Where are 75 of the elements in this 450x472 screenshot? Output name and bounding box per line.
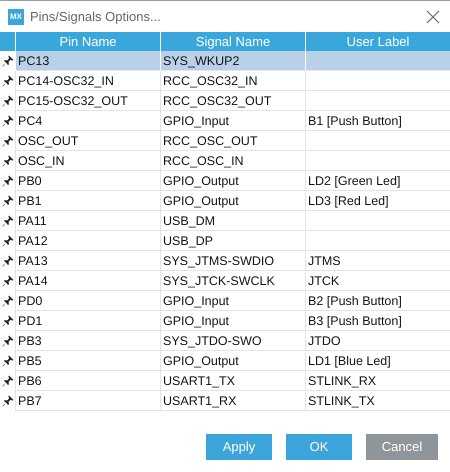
dialog-button[interactable]: Cancel — [366, 434, 438, 460]
table-cell: JTDO — [305, 331, 450, 351]
table-cell: LD1 [Blue Led] — [305, 351, 450, 371]
column-header — [0, 32, 15, 51]
table-cell: USART1_TX — [160, 371, 305, 391]
column-header[interactable]: Signal Name — [160, 32, 305, 51]
table-cell: GPIO_Output — [160, 171, 305, 191]
table-cell: PB3 — [15, 331, 160, 351]
table-cell: GPIO_Output — [160, 191, 305, 211]
table-cell: RCC_OSC32_IN — [160, 71, 305, 91]
table-cell: GPIO_Input — [160, 311, 305, 331]
table-cell: PD0 — [15, 291, 160, 311]
table-cell: JTCK — [305, 271, 450, 291]
table-cell: B3 [Push Button] — [305, 311, 450, 331]
table-cell: SYS_WKUP2 — [160, 51, 305, 71]
table-cell: PC13 — [15, 51, 160, 71]
pin-icon — [2, 375, 14, 387]
pin-icon — [2, 355, 14, 367]
pin-icon — [2, 255, 14, 267]
pin-icon — [2, 235, 14, 247]
table-cell: PB1 — [15, 191, 160, 211]
pin-icon — [2, 215, 14, 227]
pin-icon — [2, 275, 14, 287]
table-cell: RCC_OSC32_OUT — [160, 91, 305, 111]
table-cell: B2 [Push Button] — [305, 291, 450, 311]
pin-icon — [2, 395, 14, 407]
window-title: Pins/Signals Options... — [30, 8, 161, 26]
pin-icon — [2, 95, 14, 107]
pin-icon — [2, 115, 14, 127]
table-cell: USB_DM — [160, 211, 305, 231]
table-cell: JTMS — [305, 251, 450, 271]
table-cell: PA12 — [15, 231, 160, 251]
close-button[interactable] — [424, 8, 442, 26]
pin-icon — [2, 55, 14, 67]
table-cell: PB0 — [15, 171, 160, 191]
table-cell: SYS_JTCK-SWCLK — [160, 271, 305, 291]
pin-icon — [2, 175, 14, 187]
column-header[interactable]: User Label — [305, 32, 450, 51]
table-cell: STLINK_TX — [305, 391, 450, 411]
app-logo: MX — [8, 8, 24, 24]
table-cell: PB6 — [15, 371, 160, 391]
table-cell: LD3 [Red Led] — [305, 191, 450, 211]
table-cell: PA13 — [15, 251, 160, 271]
table-cell: SYS_JTDO-SWO — [160, 331, 305, 351]
pin-icon — [2, 295, 14, 307]
table-cell: USART1_RX — [160, 391, 305, 411]
table-cell: GPIO_Output — [160, 351, 305, 371]
table-cell: PD1 — [15, 311, 160, 331]
table-cell: PA14 — [15, 271, 160, 291]
column-header[interactable]: Pin Name — [15, 32, 160, 51]
table-cell: SYS_JTMS-SWDIO — [160, 251, 305, 271]
pin-icon — [2, 135, 14, 147]
pin-icon — [2, 335, 14, 347]
table-cell: GPIO_Input — [160, 291, 305, 311]
table-cell: PA11 — [15, 211, 160, 231]
table-cell: GPIO_Input — [160, 111, 305, 131]
dialog-button[interactable]: Apply — [206, 434, 272, 460]
table-cell: PC4 — [15, 111, 160, 131]
table-cell: OSC_OUT — [15, 131, 160, 151]
pin-icon — [2, 155, 14, 167]
table-cell: B1 [Push Button] — [305, 111, 450, 131]
table-cell: PC14-OSC32_IN — [15, 71, 160, 91]
table-cell: PB5 — [15, 351, 160, 371]
table-cell: PC15-OSC32_OUT — [15, 91, 160, 111]
dialog-button[interactable]: OK — [286, 434, 352, 460]
table-cell: RCC_OSC_OUT — [160, 131, 305, 151]
table-cell: RCC_OSC_IN — [160, 151, 305, 171]
table-cell: STLINK_RX — [305, 371, 450, 391]
table-cell: PB7 — [15, 391, 160, 411]
pin-icon — [2, 195, 14, 207]
table-cell: LD2 [Green Led] — [305, 171, 450, 191]
pin-icon — [2, 315, 14, 327]
table-cell: OSC_IN — [15, 151, 160, 171]
table-cell: USB_DP — [160, 231, 305, 251]
pin-icon — [2, 75, 14, 87]
